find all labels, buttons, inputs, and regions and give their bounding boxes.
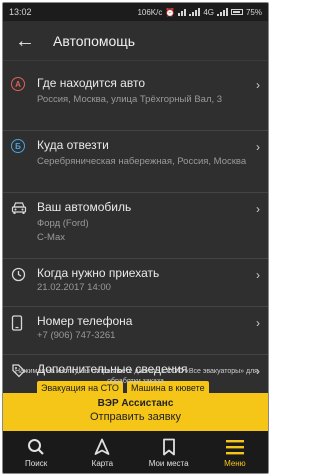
submit-provider: ВЭР Ассистанс: [97, 398, 174, 409]
network-speed: 106K/c: [137, 7, 163, 17]
chevron-right-icon: ›: [256, 268, 260, 282]
form-list: A Где находится авто Россия, Москва, ули…: [3, 69, 268, 399]
tab-label: Карта: [91, 459, 114, 468]
row-label: Номер телефона: [37, 314, 133, 328]
tab-search[interactable]: Поиск: [3, 431, 69, 473]
signal-icon: [189, 8, 201, 16]
tab-label: Меню: [224, 459, 246, 468]
bottom-tab-bar: Поиск Карта Мои места Меню: [3, 431, 268, 473]
network-type: 4G: [203, 7, 214, 17]
row-label: Где находится авто: [37, 76, 145, 90]
row-value: +7 (906) 747-3261: [37, 330, 116, 341]
row-label: Ваш автомобиль: [37, 200, 132, 214]
status-time: 13:02: [9, 7, 32, 17]
row-label: Куда отвезти: [37, 138, 109, 152]
row-car-location[interactable]: A Где находится авто Россия, Москва, ули…: [3, 69, 268, 131]
point-a-icon: A: [11, 77, 27, 93]
menu-icon: [225, 440, 244, 455]
row-arrival-time[interactable]: Когда нужно приехать 21.02.2017 14:00 ›: [3, 259, 268, 307]
row-value-model: C-Max: [37, 232, 65, 243]
row-value: Серебряническая набережная, Россия, Моск…: [37, 156, 247, 167]
row-vehicle[interactable]: Ваш автомобиль Форд (Ford) C-Max ›: [3, 193, 268, 259]
row-label: Когда нужно приехать: [37, 266, 160, 280]
clock-icon: [11, 267, 27, 283]
back-arrow-icon[interactable]: ←: [15, 31, 45, 51]
row-value: 21.02.2017 14:00: [37, 282, 111, 293]
row-destination[interactable]: Б Куда отвезти Серебряническая набережна…: [3, 131, 268, 193]
status-bar: 13:02 106K/c ⏰ 4G 75%: [3, 3, 268, 21]
tab-my-places[interactable]: Мои места: [136, 431, 202, 473]
submit-label: Отправить заявку: [90, 411, 181, 423]
chevron-right-icon: ›: [256, 78, 260, 92]
phone-icon: [11, 315, 27, 331]
submit-button[interactable]: ВЭР Ассистанс Отправить заявку: [3, 393, 268, 431]
tab-label: Поиск: [25, 459, 48, 468]
status-indicators: 106K/c ⏰ 4G 75%: [137, 8, 262, 17]
chevron-right-icon: ›: [256, 316, 260, 330]
tab-label: Мои места: [148, 459, 189, 468]
row-value: Форд (Ford): [37, 218, 89, 229]
chevron-right-icon: ›: [256, 140, 260, 154]
consent-notice: Нажимая на кнопку, вы отправляете данные…: [15, 368, 258, 385]
battery-level: 75%: [245, 7, 262, 17]
phone-screen: 13:02 106K/c ⏰ 4G 75% ← Автопомощь A Где…: [2, 2, 269, 474]
row-value: Россия, Москва, улица Трёхгорный Вал, 3: [37, 94, 223, 105]
page-title: Автопомощь: [53, 32, 136, 49]
chevron-right-icon: ›: [256, 202, 260, 216]
tab-menu[interactable]: Меню: [202, 431, 268, 473]
row-phone[interactable]: Номер телефона +7 (906) 747-3261 ›: [3, 307, 268, 355]
signal-icon-2: [216, 8, 228, 16]
bookmark-icon: [162, 438, 175, 456]
app-header: ← Автопомощь: [3, 21, 268, 61]
battery-icon: [230, 9, 243, 15]
search-icon: [28, 439, 44, 455]
alarm-icon: ⏰: [165, 7, 176, 17]
car-icon: [11, 201, 27, 217]
point-b-icon: Б: [11, 139, 27, 155]
wifi-icon: [178, 8, 187, 16]
tab-map[interactable]: Карта: [69, 431, 135, 473]
navigation-arrow-icon: [94, 438, 110, 455]
